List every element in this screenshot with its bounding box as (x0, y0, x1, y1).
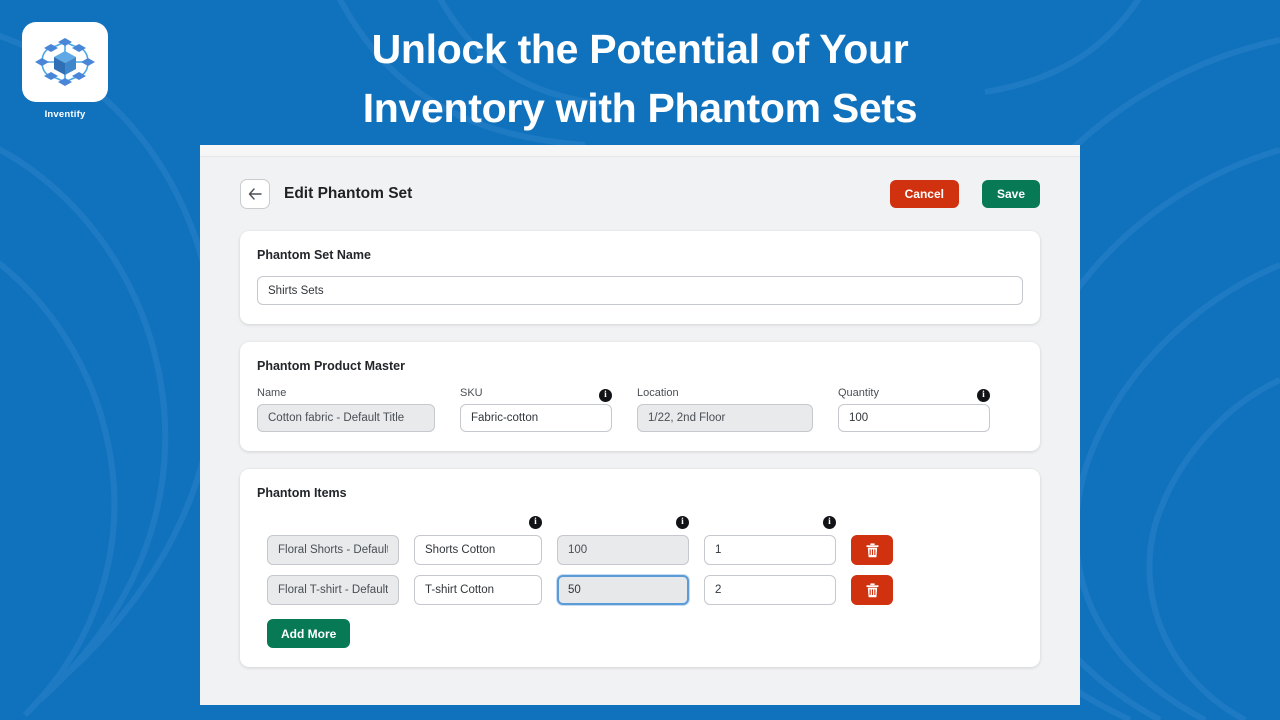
master-field-quantity: Quantity i (838, 387, 990, 432)
brand-logo-block: Inventify (22, 22, 108, 120)
page-header: Edit Phantom Set Cancel Save (240, 157, 1040, 231)
items-header-info-ratio: i (704, 516, 836, 529)
add-more-button[interactable]: Add More (267, 619, 351, 648)
trash-icon (866, 542, 878, 557)
app-top-strip (200, 145, 1080, 157)
app-window: Edit Phantom Set Cancel Save Phantom Set… (200, 145, 1080, 705)
master-input-quantity[interactable] (838, 404, 990, 432)
info-icon-item-ratio[interactable]: i (823, 516, 836, 529)
item-ratio-input[interactable] (704, 575, 836, 605)
master-field-location: Location (637, 387, 813, 432)
table-row (257, 535, 1023, 565)
product-master-grid: Name SKU i Location (257, 387, 1023, 432)
delete-row-button[interactable] (851, 535, 893, 565)
info-icon-quantity[interactable]: i (977, 389, 990, 402)
item-name-input[interactable] (267, 575, 399, 605)
item-quantity-input[interactable] (557, 535, 689, 565)
master-field-sku: SKU i (460, 387, 612, 432)
item-quantity-input[interactable] (557, 575, 689, 605)
item-sku-input[interactable] (414, 575, 542, 605)
phantom-set-name-title: Phantom Set Name (257, 248, 371, 262)
phantom-items-header-row: i i i (257, 514, 1023, 531)
items-header-info-sku: i (414, 516, 542, 529)
app-body: Edit Phantom Set Cancel Save Phantom Set… (200, 157, 1080, 667)
table-row (257, 575, 1023, 605)
info-icon-sku[interactable]: i (599, 389, 612, 402)
brand-logo-tile (22, 22, 108, 102)
item-name-input[interactable] (267, 535, 399, 565)
master-input-sku[interactable] (460, 404, 612, 432)
phantom-product-master-card: Phantom Product Master Name SKU i (240, 342, 1040, 451)
promo-headline: Unlock the Potential of Your Inventory w… (0, 20, 1280, 138)
item-sku-input[interactable] (414, 535, 542, 565)
headline-line-2: Inventory with Phantom Sets (362, 85, 918, 131)
master-input-name[interactable] (257, 404, 435, 432)
item-ratio-input[interactable] (704, 535, 836, 565)
brand-name: Inventify (44, 109, 86, 120)
master-input-location[interactable] (637, 404, 813, 432)
master-label-quantity: Quantity (838, 387, 879, 399)
phantom-items-card: Phantom Items i i i Floral Shorts - Defa… (240, 469, 1040, 667)
phantom-product-master-title: Phantom Product Master (257, 359, 405, 373)
master-field-name: Name (257, 387, 435, 432)
save-button[interactable]: Save (981, 180, 1040, 208)
delete-row-button[interactable] (851, 575, 893, 605)
inventify-cube-network-icon (35, 38, 95, 86)
headline-line-1: Unlock the Potential of Your (371, 26, 909, 72)
master-label-location: Location (637, 387, 679, 399)
trash-icon (866, 582, 878, 597)
phantom-set-name-input[interactable] (257, 276, 1023, 305)
items-header-info-quantity: i (557, 516, 689, 529)
cancel-button[interactable]: Cancel (889, 180, 959, 208)
arrow-left-icon (248, 188, 262, 200)
back-button[interactable] (240, 179, 270, 209)
phantom-set-name-card: Phantom Set Name (240, 231, 1040, 324)
phantom-items-title: Phantom Items (257, 486, 347, 500)
info-icon-item-quantity[interactable]: i (676, 516, 689, 529)
master-label-sku: SKU (460, 387, 483, 399)
master-label-name: Name (257, 387, 287, 399)
info-icon-item-sku[interactable]: i (529, 516, 542, 529)
page-title: Edit Phantom Set (284, 185, 413, 202)
